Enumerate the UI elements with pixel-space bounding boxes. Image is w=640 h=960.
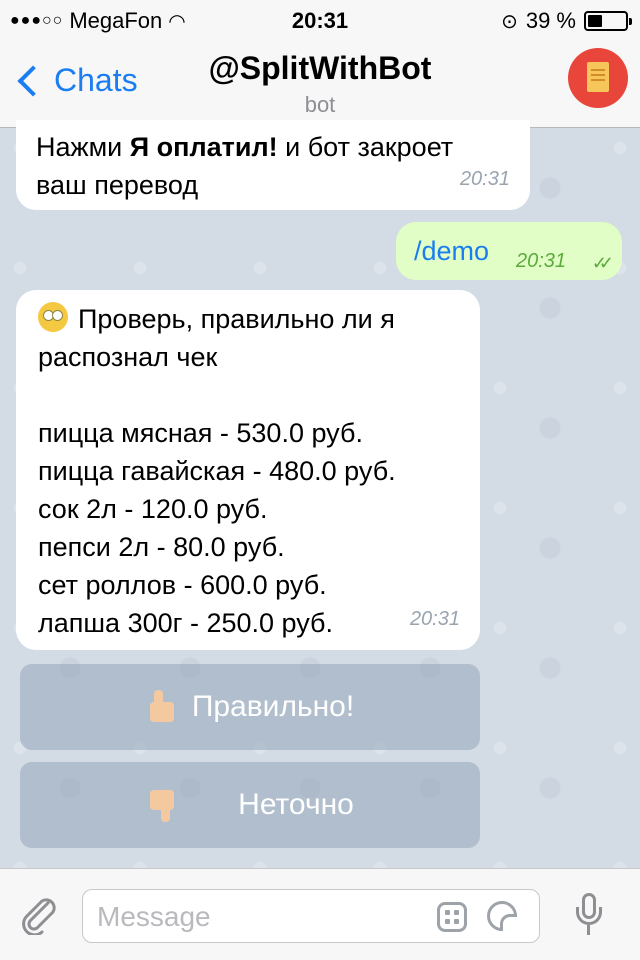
item-name: пицца мясная	[38, 418, 213, 448]
rotation-lock-icon: ⊙	[501, 10, 518, 33]
message-field[interactable]	[82, 889, 540, 943]
header-line: Проверь, правильно ли я	[78, 304, 395, 334]
receipt-item: сет роллов - 600.0 руб.	[38, 570, 327, 600]
receipt-message[interactable]: Проверь, правильно ли я распознал чек пи…	[16, 290, 480, 650]
receipt-item: сок 2л - 120.0 руб.	[38, 494, 268, 524]
battery-icon	[584, 11, 632, 31]
inaccurate-button-label: Неточно	[238, 788, 354, 821]
flushed-face-icon	[38, 302, 68, 332]
receipt-item: лапша 300г - 250.0 руб.	[38, 608, 334, 638]
sticker-icon[interactable]	[487, 901, 517, 931]
outgoing-message[interactable]: /demo 20:31 ✓✓	[396, 222, 622, 280]
receipt-item: пицца мясная - 530.0 руб.	[38, 418, 363, 448]
item-name: пицца гавайская	[38, 456, 246, 486]
item-price: 120.0 руб.	[140, 494, 268, 524]
message-time: 20:31	[459, 168, 510, 190]
correct-button-label: Правильно!	[191, 690, 355, 723]
battery-fill	[588, 15, 602, 27]
microphone-icon[interactable]	[574, 893, 604, 939]
bot-commands-icon[interactable]	[437, 902, 467, 932]
item-price: 480.0 руб.	[269, 456, 396, 486]
message-input[interactable]	[95, 898, 419, 936]
attach-icon[interactable]	[18, 895, 60, 935]
inaccurate-button[interactable]: Неточно	[20, 762, 480, 848]
status-bar: ●●●○○ MegaFon ◠ 20:31 ⊙ 39 %	[0, 0, 640, 40]
item-name: сок 2л	[38, 494, 117, 524]
message-text-part: и бот закроет	[285, 132, 454, 162]
item-price: 80.0 руб.	[173, 532, 285, 562]
battery-percent: 39 %	[525, 8, 576, 33]
item-price: 530.0 руб.	[236, 418, 363, 448]
bot-avatar[interactable]	[568, 48, 628, 108]
message-time: 20:31	[516, 250, 567, 272]
chat-title[interactable]: @SplitWithBot	[0, 50, 640, 87]
message-text-part: Нажми	[36, 132, 123, 162]
message-text: Нажми Я оплатил! и бот закроет ваш перев…	[36, 128, 510, 204]
message-text-part: ваш перевод	[36, 170, 199, 200]
thumbs-up-icon	[146, 690, 178, 724]
item-name: лапша 300г	[38, 608, 183, 638]
thumbs-down-icon	[146, 788, 178, 822]
receipt-item: пицца гавайская - 480.0 руб.	[38, 456, 396, 486]
chat-subtitle: bot	[304, 92, 336, 117]
item-price: 250.0 руб.	[206, 608, 334, 638]
item-name: сет роллов	[38, 570, 177, 600]
header-line: распознал чек	[38, 342, 218, 372]
item-name: пепси 2л	[38, 532, 150, 562]
receipt-icon	[587, 62, 609, 92]
item-price: 600.0 руб.	[200, 570, 327, 600]
message-bold-part: Я оплатил!	[129, 132, 278, 162]
command-link[interactable]: /demo	[414, 236, 489, 266]
double-check-icon: ✓✓	[591, 253, 614, 273]
battery-group: ⊙ 39 %	[501, 8, 632, 34]
message-time: 20:31	[409, 608, 460, 630]
message-header: Проверь, правильно ли я распознал чек	[38, 300, 458, 376]
incoming-message[interactable]: Нажми Я оплатил! и бот закроет ваш перев…	[16, 120, 530, 210]
receipt-item: пепси 2л - 80.0 руб.	[38, 532, 285, 562]
input-bar	[0, 868, 640, 960]
navigation-bar: Chats @SplitWithBot bot	[0, 40, 640, 128]
correct-button[interactable]: Правильно!	[20, 664, 480, 750]
